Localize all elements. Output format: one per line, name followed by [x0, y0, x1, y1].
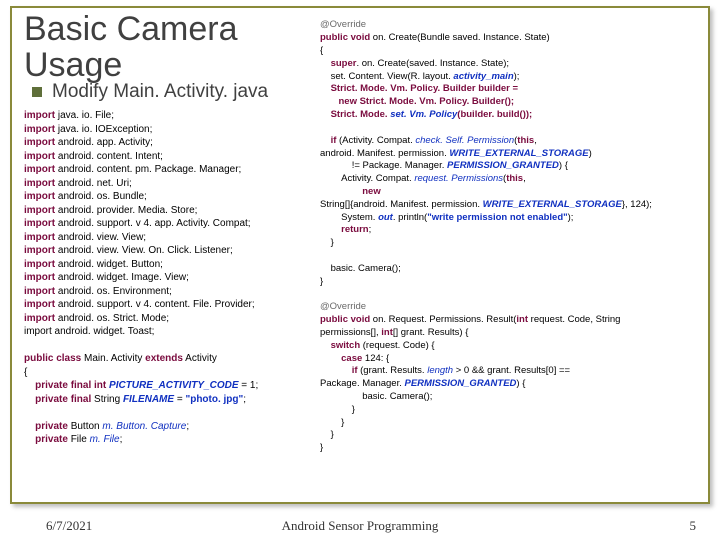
right-code: @Override public void on. Create(Bundle …: [320, 19, 700, 455]
title-line2: Usage: [24, 46, 122, 84]
right-column: @Override public void on. Create(Bundle …: [320, 19, 700, 455]
left-column: import java. io. File; import java. io. …: [24, 109, 314, 455]
slide: Basic Camera Usage Modify Main. Activity…: [0, 0, 720, 540]
content-box: Basic Camera Usage Modify Main. Activity…: [10, 6, 710, 504]
footer-center: Android Sensor Programming: [0, 518, 720, 534]
title-line1: Basic Camera: [24, 10, 238, 48]
subtitle: Modify Main. Activity. java: [52, 81, 268, 103]
columns: import java. io. File; import java. io. …: [24, 109, 700, 455]
footer: 6/7/2021 Android Sensor Programming 5: [0, 518, 720, 534]
left-code: import java. io. File; import java. io. …: [24, 109, 314, 447]
bullet-icon: [32, 87, 42, 97]
